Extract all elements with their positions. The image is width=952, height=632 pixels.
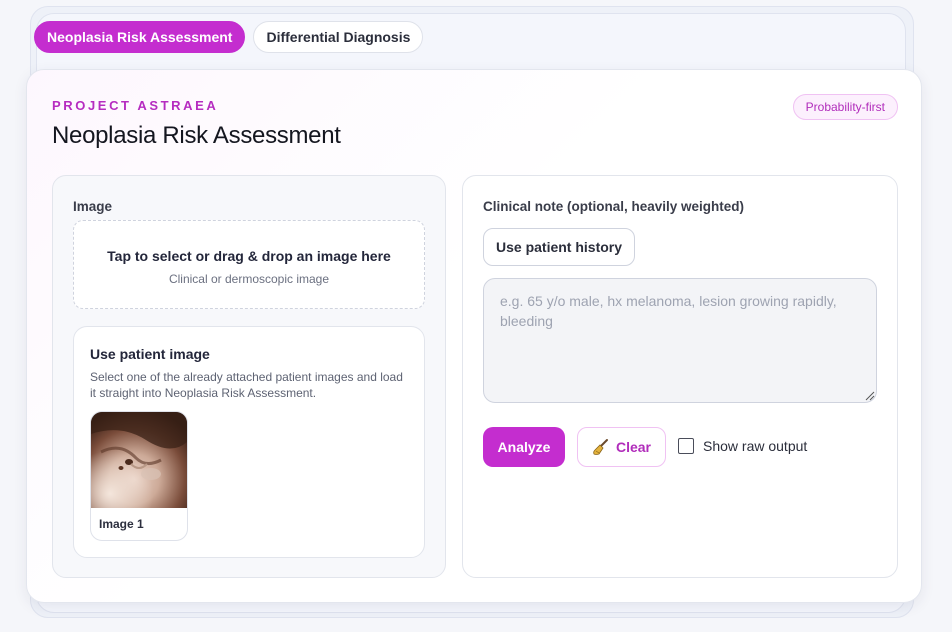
patient-image-thumbnail[interactable]: Image 1 (90, 411, 188, 541)
image-label: Image (73, 199, 113, 214)
lesion-photo (91, 412, 187, 508)
patient-image-description: Select one of the already attached patie… (90, 370, 403, 400)
main-card: PROJECT ASTRAEA Neoplasia Risk Assessmen… (26, 69, 922, 603)
clear-button-label: Clear (615, 439, 652, 455)
show-raw-output-toggle[interactable]: Show raw output (678, 438, 807, 454)
tab-neoplasia-risk-assessment[interactable]: Neoplasia Risk Assessment (34, 21, 246, 53)
page-title: Neoplasia Risk Assessment (52, 122, 341, 149)
dropzone-instruction: Tap to select or drag & drop an image he… (107, 248, 391, 264)
patient-image-title: Use patient image (90, 346, 210, 362)
image-panel: Image Tap to select or drag & drop an im… (52, 175, 446, 578)
use-patient-history-button[interactable]: Use patient history (483, 228, 636, 266)
dropzone-hint: Clinical or dermoscopic image (168, 272, 330, 286)
show-raw-output-label: Show raw output (703, 438, 808, 454)
resize-grip-icon[interactable] (865, 391, 875, 401)
clinical-note-input[interactable] (483, 278, 877, 403)
status-badge: Probability-first (792, 94, 898, 120)
broom-icon (593, 439, 608, 455)
mode-tabs: Neoplasia Risk Assessment Differential D… (34, 21, 424, 53)
project-eyebrow: PROJECT ASTRAEA (52, 98, 219, 113)
image-dropzone[interactable]: Tap to select or drag & drop an image he… (73, 220, 425, 309)
patient-image-section: Use patient image Select one of the alre… (73, 326, 425, 558)
clinical-note-label: Clinical note (optional, heavily weighte… (483, 199, 745, 214)
clear-button[interactable]: Clear (577, 427, 666, 467)
clinical-note-panel: Clinical note (optional, heavily weighte… (462, 175, 898, 578)
show-raw-output-checkbox[interactable] (678, 438, 694, 454)
thumbnail-label: Image 1 (99, 517, 144, 531)
tab-differential-diagnosis[interactable]: Differential Diagnosis (253, 21, 424, 53)
analyze-button[interactable]: Analyze (483, 427, 565, 467)
